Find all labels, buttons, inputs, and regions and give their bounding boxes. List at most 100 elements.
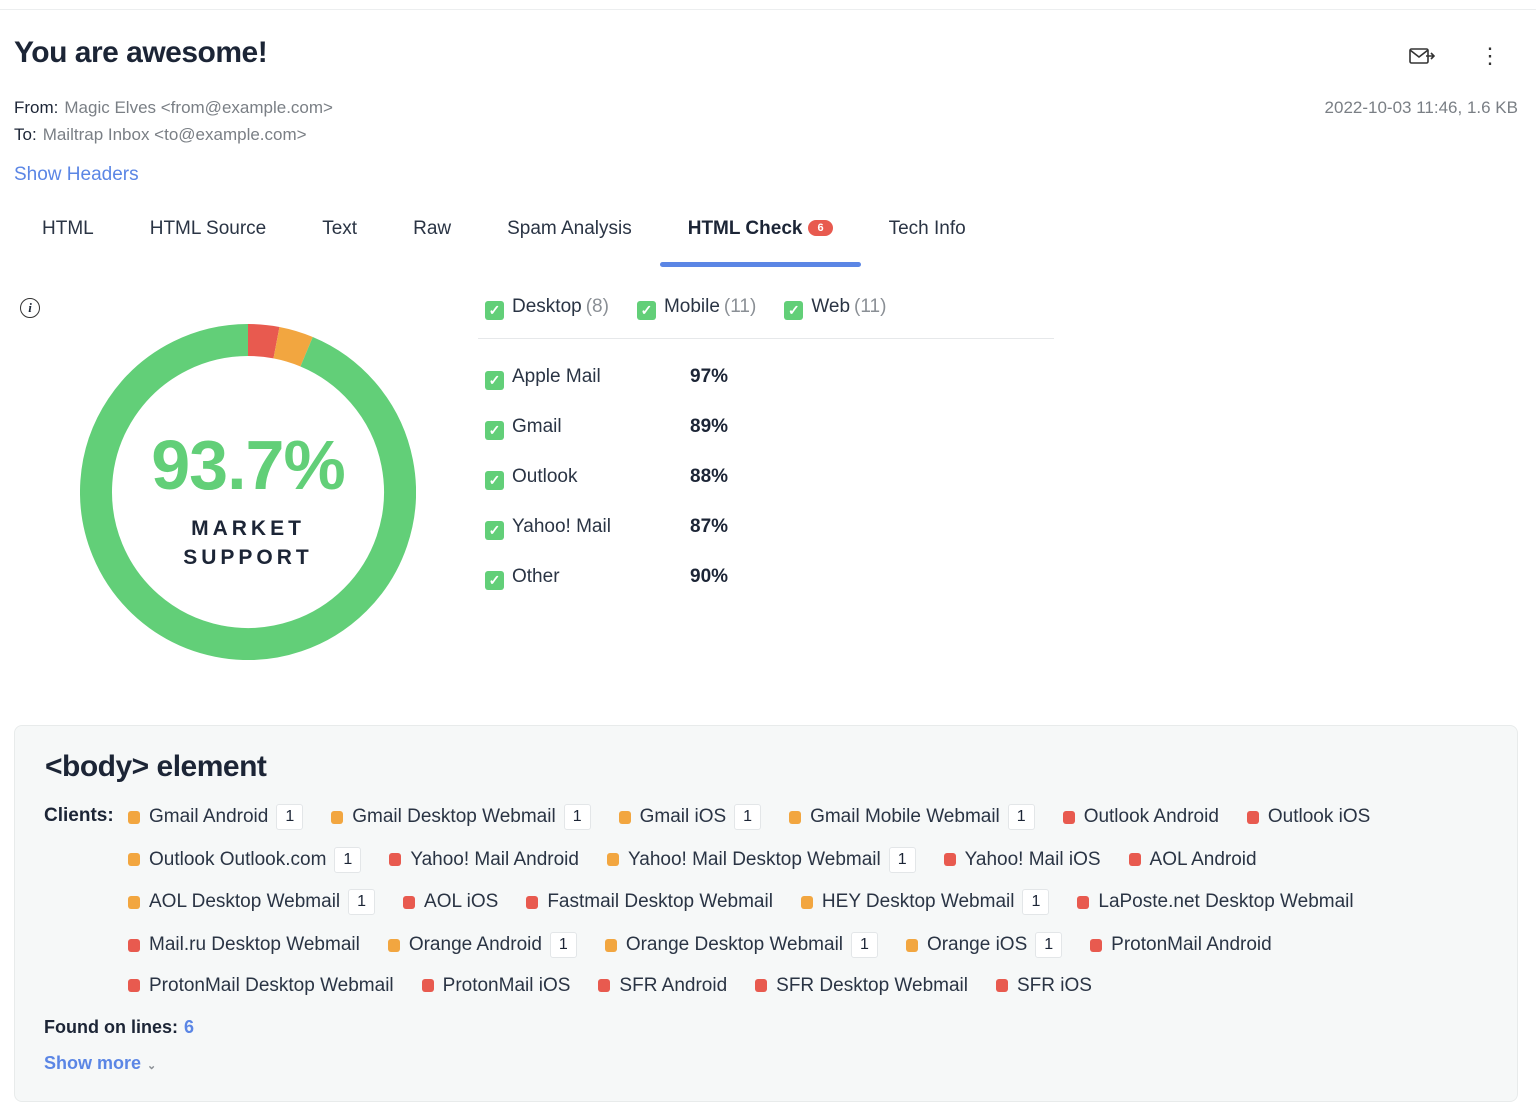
client-count[interactable]: 1 [334, 846, 362, 873]
checkbox-icon[interactable]: ✓ [485, 301, 504, 320]
unsupported-status-icon [1062, 810, 1075, 824]
checkbox-icon[interactable]: ✓ [485, 521, 504, 540]
clients-row: Gmail Android 1 Gmail Desktop Webmail 1 Gmai… [128, 804, 1398, 830]
client-name: Orange Android [408, 934, 542, 956]
issue-count-badge: 6 [808, 220, 833, 236]
unsupported-status-icon [943, 853, 956, 867]
to-line: To: Mailtrap Inbox <to@example.com> [14, 125, 307, 145]
client-name: Gmail iOS [639, 806, 727, 827]
unsupported-status-icon [1090, 938, 1103, 952]
found-line-link[interactable]: 6 [184, 1017, 194, 1037]
checkbox-icon[interactable]: ✓ [485, 571, 504, 590]
checkbox-icon[interactable]: ✓ [485, 421, 504, 440]
tab-html-source[interactable]: HTML Source [122, 218, 295, 266]
client-support-pct: 88% [690, 466, 729, 487]
client-filter-1[interactable]: ✓ Gmail [485, 416, 562, 440]
partial-status-icon [387, 938, 400, 952]
client-item: Orange iOS 1 [905, 932, 1063, 959]
clients-row: AOL Desktop Webmail 1 AOL iOS Fastmail Desk… [128, 889, 1382, 916]
filter-count: (11) [723, 296, 757, 317]
clients-row: ProtonMail Desktop Webmail ProtonMail iOS… [128, 975, 1120, 997]
client-name: Fastmail Desktop Webmail [547, 891, 773, 913]
tab-html-check[interactable]: HTML Check 6 [659, 218, 861, 267]
client-count[interactable]: 1 [549, 932, 577, 959]
checkbox-icon[interactable]: ✓ [485, 371, 504, 390]
unsupported-status-icon [421, 979, 434, 993]
client-name: Orange iOS [926, 934, 1028, 956]
client-name: SFR iOS [1016, 974, 1092, 996]
client-count[interactable]: 1 [1035, 932, 1063, 959]
info-icon[interactable]: i [20, 298, 40, 318]
tab-raw[interactable]: Raw [385, 218, 479, 266]
client-item: LaPoste.net Desktop Webmail [1077, 891, 1354, 913]
email-subject: You are awesome! [14, 36, 268, 69]
tab-tech-info[interactable]: Tech Info [861, 218, 994, 266]
client-filter-3[interactable]: ✓ Yahoo! Mail [485, 516, 611, 540]
tab-html[interactable]: HTML [14, 218, 122, 266]
filter-web[interactable]: ✓ Web (11) [784, 296, 886, 320]
filter-desktop[interactable]: ✓ Desktop (8) [485, 296, 609, 320]
client-name: Other [512, 566, 560, 587]
checkbox-icon[interactable]: ✓ [636, 301, 656, 320]
client-item: Fastmail Desktop Webmail [526, 891, 773, 913]
client-name: SFR Android [619, 974, 728, 996]
client-name: HEY Desktop Webmail [821, 891, 1015, 913]
more-vertical-icon[interactable]: ⋮ [1476, 43, 1504, 68]
filter-count: (8) [585, 296, 609, 317]
client-filter-2[interactable]: ✓ Outlook [485, 466, 577, 490]
tab-html-check-label: HTML Check [687, 218, 803, 239]
client-name: Gmail Android [149, 806, 269, 827]
client-count[interactable]: 1 [563, 804, 591, 830]
client-count[interactable]: 1 [851, 932, 878, 959]
client-name: AOL iOS [424, 891, 499, 913]
client-name: Outlook Android [1083, 806, 1219, 827]
client-name: Yahoo! Mail Android [410, 848, 579, 870]
client-count[interactable]: 1 [734, 804, 762, 830]
client-item: ProtonMail Android [1090, 934, 1272, 956]
client-item: Gmail Android 1 [128, 804, 304, 830]
client-item: Yahoo! Mail Android [389, 849, 579, 871]
client-count[interactable]: 1 [1022, 889, 1050, 916]
partial-status-icon [604, 938, 617, 952]
client-support-pct: 87% [690, 516, 729, 537]
show-headers-link[interactable]: Show Headers [14, 164, 139, 186]
partial-status-icon [905, 938, 918, 952]
client-name: ProtonMail Android [1111, 934, 1272, 956]
client-item: Yahoo! Mail iOS [943, 848, 1101, 871]
from-value: Magic Elves <from@example.com> [64, 98, 333, 117]
label-line2: SUPPORT [183, 546, 313, 569]
checkbox-icon[interactable]: ✓ [485, 471, 504, 490]
partial-status-icon [128, 853, 140, 867]
forward-mail-icon[interactable] [1408, 44, 1436, 68]
show-more-button[interactable]: Show more ⌄ [44, 1053, 156, 1074]
client-count[interactable]: 1 [888, 846, 916, 873]
client-count[interactable]: 1 [1007, 804, 1035, 830]
partial-status-icon [789, 810, 802, 824]
unsupported-status-icon [389, 853, 402, 867]
client-support-pct: 97% [690, 366, 729, 387]
client-name: AOL Android [1149, 848, 1257, 870]
client-filter-0[interactable]: ✓ Apple Mail [485, 366, 601, 390]
filter-mobile[interactable]: ✓ Mobile (11) [636, 296, 757, 320]
issue-title: <body> element [45, 750, 267, 783]
client-support-pct: 89% [690, 416, 729, 437]
client-name: ProtonMail Desktop Webmail [149, 974, 394, 996]
unsupported-status-icon [995, 979, 1008, 993]
client-name: SFR Desktop Webmail [776, 974, 968, 996]
client-item: Mail.ru Desktop Webmail [128, 934, 360, 956]
client-filter-4[interactable]: ✓ Other [485, 566, 560, 590]
client-name: Yahoo! Mail iOS [964, 848, 1101, 870]
tab-text[interactable]: Text [294, 218, 385, 266]
filter-label: Web [811, 296, 851, 317]
checkbox-icon[interactable]: ✓ [784, 301, 804, 320]
unsupported-status-icon [128, 979, 140, 993]
found-on-lines: Found on lines: 6 [44, 1017, 194, 1038]
partial-status-icon [800, 895, 813, 909]
tab-spam-analysis[interactable]: Spam Analysis [479, 218, 660, 266]
client-count[interactable]: 1 [348, 889, 376, 916]
client-count[interactable]: 1 [276, 804, 304, 830]
chevron-down-icon: ⌄ [147, 1060, 157, 1072]
partial-status-icon [128, 895, 140, 909]
client-name: Apple Mail [512, 366, 601, 387]
client-name: ProtonMail iOS [442, 974, 571, 996]
